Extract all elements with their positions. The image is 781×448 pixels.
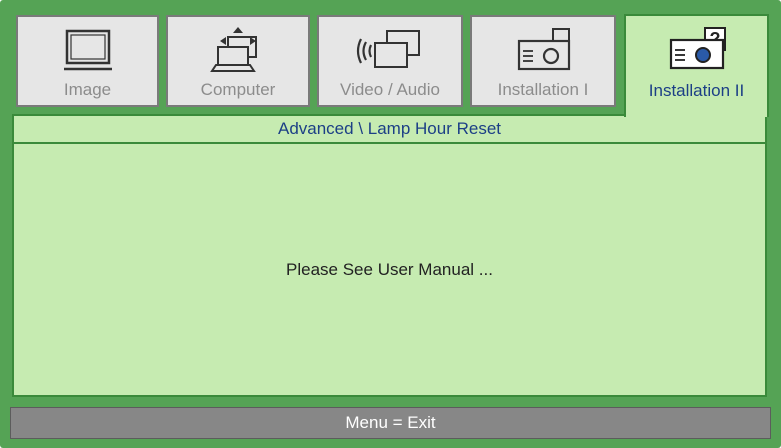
tab-computer[interactable]: Computer [166, 15, 310, 107]
tab-label: Image [63, 80, 112, 99]
tab-label: Installation I [497, 80, 589, 99]
projector-icon [472, 25, 614, 77]
monitor-icon [18, 25, 157, 77]
osd-menu: Image Computer Video / Audio Installatio… [0, 0, 781, 448]
info-message: Please See User Manual ... [286, 260, 493, 279]
tab-label: Installation II [648, 81, 745, 100]
tab-video-audio[interactable]: Video / Audio [317, 15, 463, 107]
content-panel: Advanced \ Lamp Hour Reset Please See Us… [12, 114, 767, 397]
tab-installation-1[interactable]: Installation I [470, 15, 616, 107]
tab-label: Computer [200, 80, 276, 99]
video-audio-icon [319, 25, 461, 77]
breadcrumb: Advanced \ Lamp Hour Reset [14, 116, 765, 144]
projector-help-icon: ? [626, 24, 767, 76]
tab-image[interactable]: Image [16, 15, 159, 107]
footer-hint: Menu = Exit [10, 407, 771, 439]
tab-label: Video / Audio [340, 80, 440, 99]
computer-icon [168, 25, 308, 77]
tab-installation-2[interactable]: ? Installation II [624, 14, 769, 117]
